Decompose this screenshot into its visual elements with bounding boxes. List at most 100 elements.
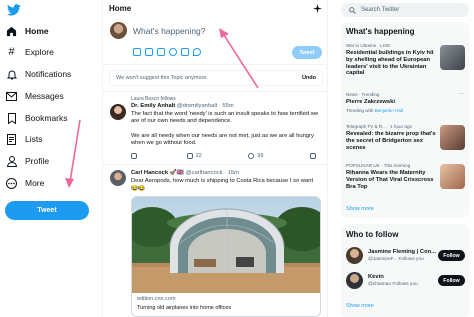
hashtag-icon: # bbox=[8, 46, 15, 58]
sidebar-item-lists[interactable]: Lists bbox=[6, 131, 42, 147]
follow-suggestion-handle: @chiaman Follows you bbox=[368, 282, 418, 287]
follow-suggestion-name[interactable]: Jasmine Fleming | Con... bbox=[368, 249, 436, 255]
sparkle-icon[interactable] bbox=[313, 4, 322, 13]
trend-title[interactable]: Rihanna Wears the Maternity Version of T… bbox=[346, 170, 438, 190]
composer-avatar[interactable] bbox=[110, 22, 127, 39]
trend-thumbnail bbox=[440, 125, 465, 150]
whats-happening-panel: What's happening War in Ukraine · LIVE R… bbox=[341, 22, 469, 218]
sidebar-item-profile[interactable]: Profile bbox=[6, 153, 49, 169]
heart-icon bbox=[248, 153, 255, 159]
right-sidebar: Search Twitter What's happening War in U… bbox=[333, 0, 474, 317]
trend-title[interactable]: Revealed: the bizarre prop that's the se… bbox=[346, 131, 438, 151]
show-more-link[interactable]: Show more bbox=[346, 303, 374, 309]
retweet-icon bbox=[186, 153, 193, 159]
link-card[interactable]: edition.cnn.com Turning old airplanes in… bbox=[131, 196, 321, 317]
list-icon bbox=[6, 133, 17, 145]
sidebar-item-label: Bookmarks bbox=[25, 113, 68, 123]
more-circle-icon bbox=[6, 177, 17, 189]
divider bbox=[103, 91, 327, 92]
sidebar-item-label: Messages bbox=[25, 91, 64, 101]
sidebar-item-label: Home bbox=[25, 26, 49, 36]
divider bbox=[103, 64, 327, 65]
tweet-author-name[interactable]: Dr. Emily Anhalt bbox=[131, 103, 175, 109]
retweet-button[interactable]: 22 bbox=[186, 153, 202, 159]
trend-meta: POPSUGAR UK · This morning bbox=[346, 163, 411, 168]
twitter-logo-icon[interactable] bbox=[7, 4, 21, 16]
share-button[interactable] bbox=[309, 153, 316, 159]
sidebar-tweet-button[interactable]: Tweet bbox=[5, 201, 89, 220]
undo-button[interactable]: Undo bbox=[302, 75, 316, 81]
tweet-text: The fact that the word 'needy' is such a… bbox=[131, 111, 319, 125]
trend-title[interactable]: Residential buildings in Kyiv hit by she… bbox=[346, 50, 438, 77]
left-sidebar: Home # Explore Notifications Messages Bo… bbox=[0, 0, 98, 317]
sidebar-item-label: Notifications bbox=[25, 69, 72, 79]
trend-context: Trending with Benjamin Hall bbox=[346, 108, 403, 113]
topic-notice: We won't suggest this Topic anymore. Und… bbox=[109, 70, 323, 86]
composer-toolbar bbox=[133, 48, 201, 56]
sidebar-item-messages[interactable]: Messages bbox=[6, 88, 64, 104]
more-dots-icon[interactable]: ··· bbox=[458, 91, 464, 97]
avatar[interactable] bbox=[346, 272, 363, 289]
retweet-count: 22 bbox=[195, 153, 202, 159]
follow-button[interactable]: Follow bbox=[438, 250, 465, 261]
trend-meta: News · Trending bbox=[346, 92, 380, 97]
schedule-icon[interactable] bbox=[181, 48, 189, 56]
follow-button[interactable]: Follow bbox=[438, 275, 465, 286]
sidebar-item-bookmarks[interactable]: Bookmarks bbox=[6, 110, 68, 126]
social-context: Laura Bosco follows bbox=[131, 96, 176, 102]
avatar[interactable] bbox=[346, 247, 363, 264]
sidebar-item-label: Profile bbox=[25, 156, 50, 166]
tweet-header: Carl Hancock 🚀🇬🇧 @carlhancock · 15m bbox=[131, 170, 239, 176]
like-count: 99 bbox=[257, 153, 264, 159]
trend-context-link[interactable]: Benjamin Hall bbox=[375, 108, 403, 113]
reply-icon bbox=[131, 153, 137, 159]
page-title: Home bbox=[109, 4, 132, 13]
sidebar-item-home[interactable]: Home bbox=[6, 23, 49, 39]
show-more-link[interactable]: Show more bbox=[346, 206, 374, 212]
notice-text: We won't suggest this Topic anymore. bbox=[116, 75, 208, 81]
bookmark-icon bbox=[6, 112, 17, 124]
tweet-author-handle[interactable]: @carlhancock · 15m bbox=[186, 170, 239, 176]
search-box[interactable]: Search Twitter bbox=[341, 3, 469, 17]
sidebar-item-label: More bbox=[25, 178, 45, 188]
bell-icon bbox=[6, 69, 17, 80]
tweet-author-name[interactable]: Carl Hancock 🚀🇬🇧 bbox=[131, 170, 184, 176]
search-input[interactable]: Search Twitter bbox=[361, 7, 399, 13]
trend-meta: War in Ukraine · LIVE bbox=[346, 43, 391, 48]
compose-input[interactable]: What's happening? bbox=[133, 26, 206, 36]
location-icon[interactable] bbox=[193, 48, 201, 56]
avatar[interactable] bbox=[110, 104, 126, 120]
image-icon[interactable] bbox=[133, 48, 141, 56]
tweet-actions: 22 99 bbox=[131, 153, 316, 159]
compose-tweet-button[interactable]: Tweet bbox=[292, 46, 322, 59]
tweet-emoji: 😂😂 bbox=[131, 186, 146, 192]
like-button[interactable]: 99 bbox=[248, 153, 263, 159]
trend-title[interactable]: Pierre Zakrzewski bbox=[346, 99, 438, 106]
home-icon bbox=[6, 26, 17, 37]
trend-context-prefix: Trending with bbox=[346, 108, 375, 113]
trend-meta: Telegraph TV & R... · 1 hour ago bbox=[346, 124, 413, 129]
follow-suggestion-name[interactable]: Kevin bbox=[368, 274, 384, 280]
sidebar-item-label: Explore bbox=[25, 47, 54, 57]
trend-thumbnail bbox=[440, 164, 465, 189]
emoji-icon[interactable] bbox=[169, 48, 177, 56]
sidebar-item-notifications[interactable]: Notifications bbox=[6, 66, 71, 82]
sidebar-item-more[interactable]: More bbox=[6, 175, 44, 191]
gif-icon[interactable] bbox=[145, 48, 153, 56]
main-timeline: Home What's happening? Tweet We won't su… bbox=[102, 0, 328, 317]
divider bbox=[103, 164, 327, 165]
aeropod-image bbox=[132, 197, 320, 293]
tweet-text: We are all needy when our needs are not … bbox=[131, 133, 314, 147]
card-title: Turning old airplanes into home offices bbox=[137, 305, 232, 311]
tweet-author-handle[interactable]: @dremilyanhalt · 55m bbox=[177, 103, 234, 109]
tweet-header: Dr. Emily Anhalt @dremilyanhalt · 55m bbox=[131, 103, 234, 109]
card-domain: edition.cnn.com bbox=[137, 296, 176, 302]
avatar[interactable] bbox=[110, 170, 126, 186]
trend-thumbnail bbox=[440, 45, 465, 70]
share-icon bbox=[309, 153, 316, 159]
search-icon bbox=[349, 6, 356, 14]
reply-button[interactable] bbox=[131, 153, 140, 159]
who-to-follow-panel: Who to follow Jasmine Fleming | Con... @… bbox=[341, 224, 469, 317]
poll-icon[interactable] bbox=[157, 48, 165, 56]
sidebar-item-explore[interactable]: # Explore bbox=[6, 44, 54, 60]
